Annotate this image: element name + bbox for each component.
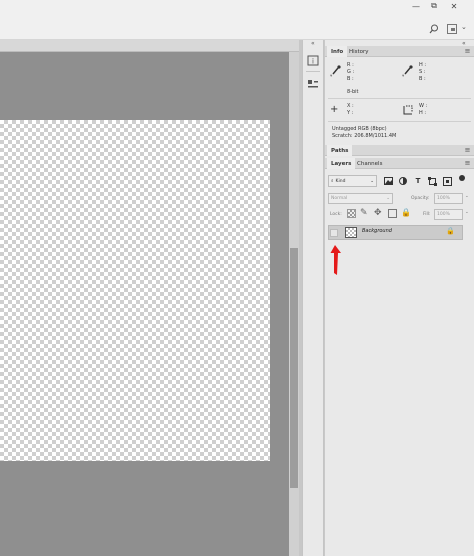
opacity-input[interactable]: 100% (434, 193, 463, 204)
search-icon (429, 24, 438, 34)
layer-lock-icon: 🔒 (446, 227, 455, 235)
filter-kind-value: Kind (335, 178, 346, 184)
opacity-value: 100% (437, 196, 450, 201)
g-label: G : (347, 69, 355, 75)
shape-icon (427, 176, 437, 186)
tab-layers[interactable]: Layers (327, 158, 356, 169)
layer-visibility-toggle[interactable] (330, 229, 338, 237)
layer-thumbnail[interactable] (345, 227, 357, 238)
filter-adjustment-layer-button[interactable] (398, 176, 408, 186)
close-button[interactable]: ✕ (446, 0, 462, 12)
tab-history[interactable]: History (345, 46, 373, 57)
workspace-dropdown[interactable]: ⌄ (461, 23, 467, 31)
minimize-button[interactable]: — (408, 0, 424, 12)
paths-panel-tabs: Paths ≡ (325, 145, 474, 156)
eyedropper-hsb-icon (403, 64, 413, 78)
image-icon (383, 177, 393, 185)
filter-type-layer-button[interactable]: T (413, 176, 423, 186)
hsb-readout: H : S : B : (419, 62, 426, 83)
blend-mode-value: Normal (331, 196, 348, 201)
smart-object-icon (442, 176, 452, 186)
chevron-down-icon: ⌄ (370, 178, 374, 184)
w-label: W : (419, 103, 428, 109)
panel-menu-icon[interactable]: ≡ (464, 48, 471, 55)
title-bar (0, 0, 474, 18)
hsb-sample-arrow-icon: ▾ (402, 74, 405, 79)
b2-label: B : (419, 76, 426, 82)
lock-all-icon[interactable]: 🔒 (401, 208, 411, 217)
paths-menu-icon[interactable]: ≡ (464, 147, 471, 154)
info-divider (328, 98, 471, 99)
restore-icon: ⧉ (431, 1, 437, 10)
xy-readout: X : Y : (347, 103, 354, 117)
rgb-readout: R : G : B : (347, 62, 354, 83)
wh-readout: W : H : (419, 103, 427, 117)
color-sample-arrow-icon: ▾ (330, 74, 333, 79)
right-panel-area (325, 40, 474, 556)
type-icon: T (415, 177, 421, 185)
scratch-size: Scratch: 206.8M/1011.4M (332, 133, 397, 139)
dock-separator (306, 71, 320, 72)
layer-name[interactable]: Background (362, 228, 392, 234)
crosshair-icon: + (330, 104, 339, 115)
bit-depth: 8-bit (347, 89, 359, 95)
tab-channels[interactable]: Channels (353, 158, 386, 169)
collapse-dock-icon[interactable]: « (311, 40, 315, 47)
tab-paths[interactable]: Paths (327, 145, 353, 156)
info-dock-button[interactable]: i (305, 53, 321, 67)
info-panel-icon: i (307, 55, 319, 65)
y-label: Y : (347, 110, 354, 116)
workspace-button[interactable] (447, 24, 457, 34)
workspace-icon (451, 28, 455, 31)
svg-text:i: i (312, 57, 314, 65)
properties-dock-button[interactable] (305, 77, 321, 91)
opacity-label: Opacity: (411, 196, 430, 201)
lock-image-pixels-icon[interactable]: ✎ (360, 208, 368, 218)
filter-pixel-layer-button[interactable] (383, 176, 393, 186)
eyedropper-rgb-icon (331, 64, 341, 78)
opacity-chevron-icon[interactable]: ⌄ (465, 194, 469, 199)
document-tab-strip (0, 40, 300, 52)
info-panel-tabs: Info History ≡ (325, 46, 474, 57)
filter-kind-select[interactable]: ⌕ Kind ⌄ (328, 175, 377, 187)
layers-panel-tabs: Layers Channels ≡ (325, 158, 474, 169)
fill-input[interactable]: 100% (434, 209, 463, 220)
fill-label: Fill: (423, 212, 431, 217)
search-button[interactable] (429, 24, 439, 34)
lock-transparent-pixels-icon[interactable] (347, 209, 356, 218)
blend-mode-select[interactable]: Normal ⌄ (328, 193, 393, 204)
info-divider-2 (328, 121, 471, 122)
filter-search-icon: ⌕ (331, 179, 334, 184)
adjustment-icon (399, 177, 407, 185)
selection-size-icon (403, 105, 413, 117)
h-label: H : (419, 62, 427, 68)
document-tab[interactable] (0, 40, 300, 52)
s-label: S : (419, 69, 426, 75)
red-arrow-icon (330, 245, 341, 275)
filter-smart-object-button[interactable] (442, 176, 452, 186)
options-bar (0, 18, 474, 40)
h2-label: H : (419, 110, 427, 116)
lock-artboard-icon[interactable] (388, 209, 397, 218)
panel-icon-dock (302, 40, 324, 556)
transparent-canvas[interactable] (0, 120, 270, 461)
r-label: R : (347, 62, 354, 68)
fill-value: 100% (437, 212, 450, 217)
fill-chevron-icon[interactable]: ⌄ (465, 210, 469, 215)
restore-button[interactable]: ⧉ (426, 0, 442, 12)
lock-position-icon[interactable]: ✥ (374, 208, 382, 218)
properties-panel-icon (308, 79, 318, 87)
lock-label: Lock: (330, 212, 342, 217)
filter-toggle-icon[interactable] (459, 175, 465, 181)
minimize-icon: — (412, 1, 420, 11)
blend-chevron-icon: ⌄ (386, 196, 390, 201)
close-icon: ✕ (450, 1, 458, 11)
x-label: X : (347, 103, 354, 109)
annotation-arrow (328, 243, 344, 281)
filter-shape-layer-button[interactable] (427, 176, 437, 186)
document-mode: Untagged RGB (8bpc) (332, 126, 387, 132)
scrollbar-thumb[interactable] (290, 248, 298, 488)
b-label: B : (347, 76, 354, 82)
layers-menu-icon[interactable]: ≡ (464, 160, 471, 167)
